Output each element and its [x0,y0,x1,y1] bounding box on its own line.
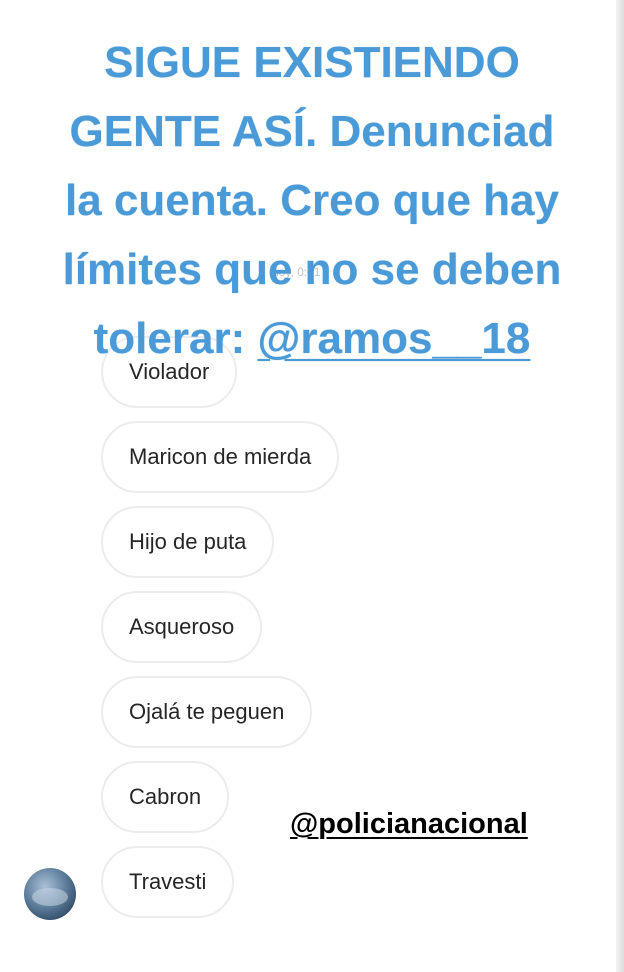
caption-line: SIGUE EXISTIENDO [104,38,520,87]
story-caption: SIGUE EXISTIENDO GENTE ASÍ. Denunciad la… [0,28,624,373]
message-bubble[interactable]: Maricon de mierda [101,421,340,493]
cutoff-text-fragment: ▬▬▬ ▬▬ ▬▬▬▬ ▬▬▬ ▬▬▬▬ ▬▬▬▬ ▬ ▬▬▬▬▬ ▬▬▬ [36,961,596,972]
message-bubble[interactable]: Cabron [101,761,230,833]
message-bubble[interactable]: Asqueroso [101,591,263,663]
sender-avatar[interactable] [24,868,76,920]
caption-line: GENTE ASÍ. Denunciad [69,107,555,156]
mention-link[interactable]: @ramos__18 [257,314,530,363]
caption-line-last: tolerar: @ramos__18 [0,304,624,373]
caption-line: límites que no se deben [62,245,562,294]
caption-line-prefix: tolerar: [93,314,258,363]
message-bubble[interactable]: Travesti [101,846,235,918]
police-mention-link[interactable]: @policianacional [290,808,528,841]
message-bubble[interactable]: Hijo de puta [101,506,275,578]
caption-line: la cuenta. Creo que hay [65,176,559,225]
message-bubble[interactable]: Ojalá te peguen [101,676,313,748]
